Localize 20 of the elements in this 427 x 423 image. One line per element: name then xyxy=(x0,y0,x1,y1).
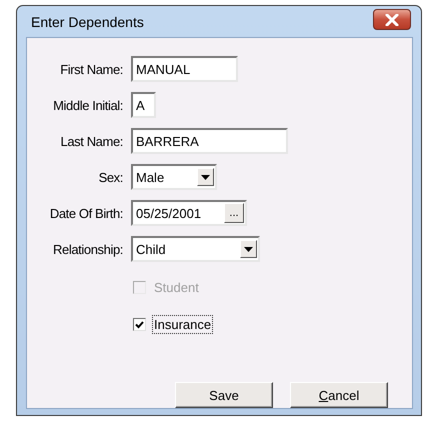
date-picker-button[interactable]: ... xyxy=(224,203,244,223)
close-icon xyxy=(385,14,399,26)
field-label: Last Name: xyxy=(60,134,123,148)
dialog-button[interactable]: Save xyxy=(175,382,273,408)
dropdown-field[interactable]: Male xyxy=(131,164,217,190)
dialog-button[interactable]: Cancel xyxy=(290,382,388,408)
input-field[interactable]: BARRERA xyxy=(131,128,288,154)
input-field[interactable]: MANUAL xyxy=(131,56,238,82)
dropdown-field[interactable]: Child xyxy=(131,236,260,262)
field-label: Relationship: xyxy=(53,242,123,256)
field-label: Middle Initial: xyxy=(53,98,123,112)
field-label: Date Of Birth: xyxy=(50,206,123,220)
input-field[interactable]: A xyxy=(131,92,156,118)
checkbox-label[interactable]: Insurance xyxy=(152,315,214,334)
date-field[interactable]: 05/25/2001 ... xyxy=(131,200,247,226)
field-label: First Name: xyxy=(60,62,123,76)
window-title: Enter Dependents xyxy=(31,14,144,30)
checkbox[interactable] xyxy=(133,318,146,331)
close-button[interactable] xyxy=(373,9,411,30)
field-label: Sex: xyxy=(98,170,123,184)
